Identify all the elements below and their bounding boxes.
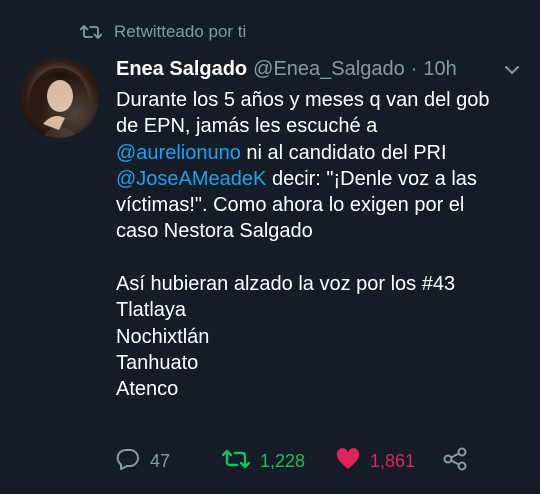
tweet-line: víctimas!". Como ahora lo exigen por el (116, 194, 465, 217)
tweet-line: Nochixtlán (116, 325, 210, 348)
tweet-line: Atenco (116, 378, 179, 401)
separator: · (410, 57, 418, 80)
reply-icon (116, 448, 140, 475)
tweet[interactable]: Retwitteado por ti Enea Salgado @Enea_Sa… (0, 0, 540, 494)
timestamp[interactable]: 10h (423, 58, 456, 81)
tweet-line: @JoseAMeadeK decir: "¡Denle voz a las (116, 166, 526, 192)
tweet-line: de EPN, jamás les escuché a (116, 115, 378, 138)
tweet-header: Enea Salgado @Enea_Salgado · 10h (116, 55, 457, 83)
tweet-text: Durante los 5 años y meses q van del gob… (116, 87, 526, 403)
like-count: 1,861 (370, 450, 416, 471)
mention-link[interactable]: @JoseAMeadeK (116, 168, 266, 190)
mention-link[interactable]: @aurelionuno (116, 142, 241, 164)
tweet-line: Así hubieran alzado la voz por los #43 (116, 273, 456, 296)
share-button[interactable] (442, 446, 468, 476)
reply-count: 47 (150, 450, 171, 471)
author-handle[interactable]: @Enea_Salgado (253, 58, 405, 81)
like-button[interactable]: 1,861 (336, 446, 415, 476)
tweet-actions: 47 1,228 1,861 (116, 446, 536, 476)
retweet-icon (80, 22, 104, 42)
tweet-line: caso Nestora Salgado (116, 220, 313, 243)
tweet-line: Tanhuato (116, 351, 199, 374)
reply-button[interactable]: 47 (116, 446, 170, 476)
retweet-button[interactable]: 1,228 (221, 446, 306, 476)
share-icon (442, 447, 468, 476)
avatar[interactable] (19, 58, 99, 138)
heart-icon (336, 447, 360, 475)
tweet-line-text: ni al candidato del PRI (240, 141, 447, 164)
author-name[interactable]: Enea Salgado (116, 58, 247, 81)
retweet-count: 1,228 (260, 450, 306, 471)
retweet-banner: Retwitteado por ti (80, 18, 246, 46)
tweet-line: Tlatlaya (116, 299, 187, 322)
tweet-line: Durante los 5 años y meses q van del gob (116, 89, 490, 111)
retweet-icon (221, 449, 251, 474)
tweet-line: @aurelionuno ni al candidato del PRI (116, 140, 526, 166)
retweet-banner-label: Retwitteado por ti (114, 22, 247, 41)
chevron-down-icon[interactable] (503, 63, 521, 77)
tweet-line-text: decir: "¡Denle voz a las (266, 167, 477, 190)
